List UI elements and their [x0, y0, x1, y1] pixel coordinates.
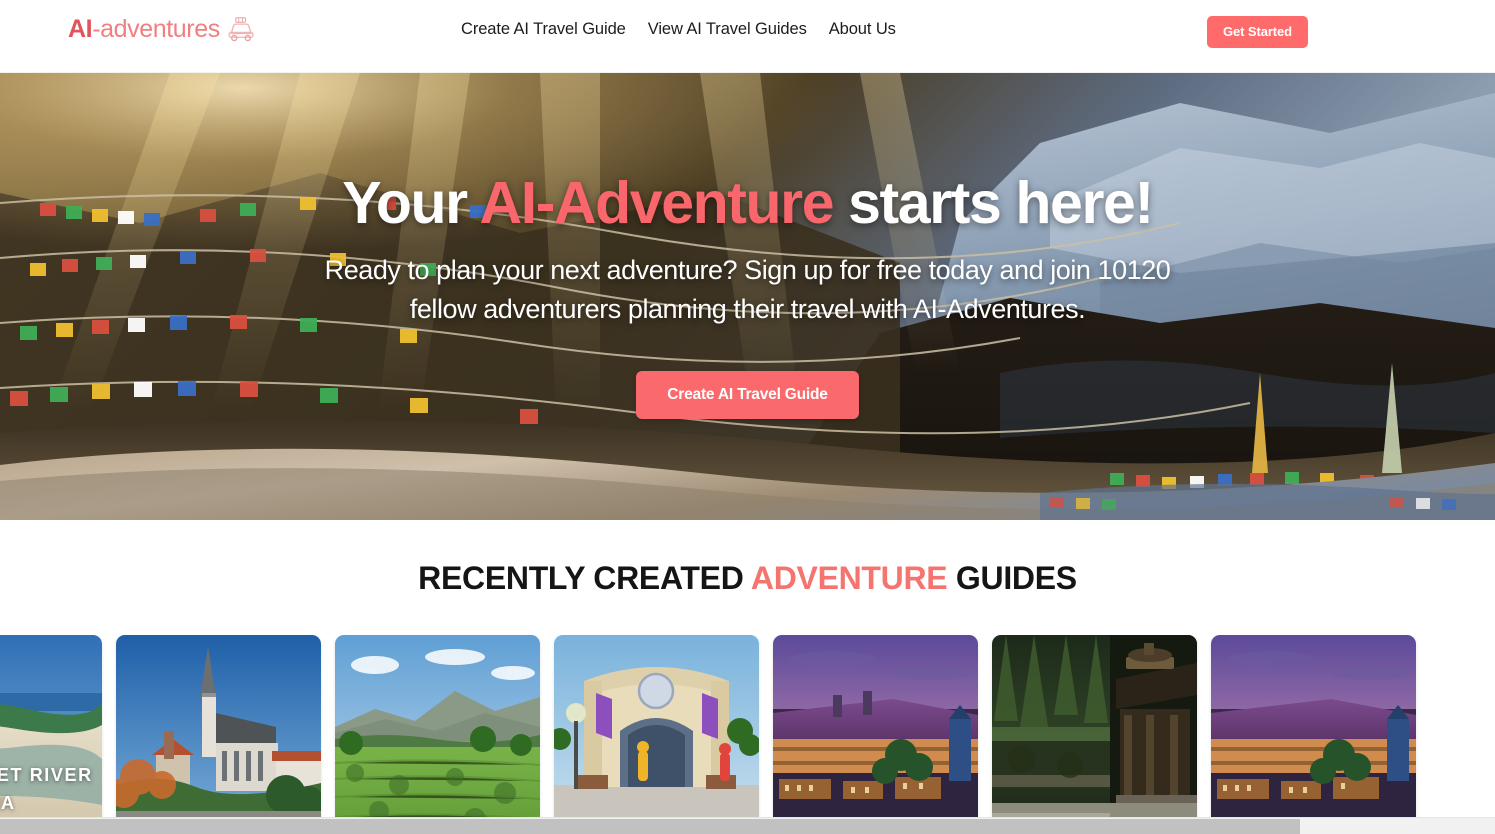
hero-title-part2: starts here! [833, 170, 1154, 236]
hero-section: Your AI-Adventure starts here! Ready to … [0, 73, 1495, 520]
car-with-luggage-icon-svg [228, 17, 254, 42]
theme-park-entrance-arch-photo [554, 635, 759, 834]
guide-card[interactable] [554, 635, 759, 834]
get-started-button[interactable]: Get Started [1207, 16, 1308, 48]
guide-card-title: MARGARET RIVER WA [0, 765, 93, 814]
horizontal-scrollbar[interactable] [0, 817, 1495, 834]
guide-card[interactable] [335, 635, 540, 834]
create-ai-travel-guide-button[interactable]: Create AI Travel Guide [636, 370, 859, 419]
recent-heading-accent: ADVENTURE [750, 560, 948, 596]
guide-card[interactable]: PARIS [1211, 635, 1416, 834]
recent-heading-part2: GUIDES [947, 560, 1077, 596]
hero-title-accent: AI-Adventure [479, 170, 835, 236]
brand-text: AI-adventures [68, 14, 220, 43]
top-navigation-bar: AI-adventures Create AI Travel Guide Vie… [0, 0, 1495, 73]
horizontal-scrollbar-thumb[interactable] [0, 819, 1300, 834]
hero-content: Your AI-Adventure starts here! Ready to … [0, 73, 1495, 419]
guide-card[interactable]: PARIS [773, 635, 978, 834]
brand-name-adventures: -adventures [92, 14, 220, 43]
guide-cards-row: MARGARET RIVER WA 6285 [0, 635, 1416, 834]
recently-created-guides-section: RECENTLY CREATED ADVENTURE GUIDES ET RIV… [0, 520, 1495, 834]
hero-subtitle: Ready to plan your next adventure? Sign … [324, 254, 1171, 324]
recent-heading-part1: RECENTLY CREATED [418, 560, 751, 596]
gothic-church-town-photo [116, 635, 321, 834]
nav-view-ai-travel-guides[interactable]: View AI Travel Guides [648, 20, 807, 39]
nav-about-us[interactable]: About Us [829, 20, 896, 39]
brand-name-ai: AI [68, 14, 93, 43]
recent-guides-heading: RECENTLY CREATED ADVENTURE GUIDES [0, 560, 1495, 597]
paris-rooftops-dusk-photo [1211, 635, 1416, 834]
guide-card[interactable]: MANALI [992, 635, 1197, 834]
forest-wooden-temple-photo [992, 635, 1197, 834]
nav-create-ai-travel-guide[interactable]: Create AI Travel Guide [461, 20, 626, 39]
guide-card[interactable]: CESKY KRUMLOV [116, 635, 321, 834]
vineyard-mountains-photo [335, 635, 540, 834]
car-with-luggage-icon [226, 16, 256, 42]
paris-rooftops-dusk-photo [773, 635, 978, 834]
guide-cards-carousel[interactable]: MARGARET RIVER WA 6285 [0, 635, 1495, 834]
hero-title-part1: Your [342, 170, 480, 236]
brand-logo[interactable]: AI-adventures [68, 16, 256, 42]
nav-links: Create AI Travel Guide View AI Travel Gu… [461, 20, 896, 39]
hero-title: Your AI-Adventure starts here! [0, 170, 1495, 236]
guide-card[interactable]: MARGARET RIVER WA 6285 [0, 635, 102, 834]
